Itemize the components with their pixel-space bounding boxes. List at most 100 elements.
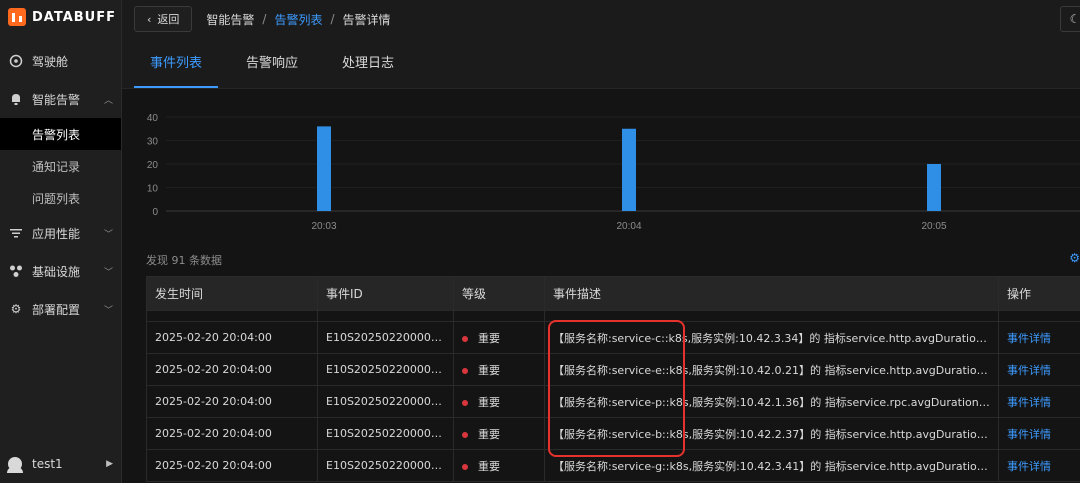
moon-icon: ☾ — [1069, 12, 1080, 26]
sidebar-item-label: 应用性能 — [32, 226, 81, 241]
breadcrumb-separator: / — [262, 12, 267, 26]
cell-time: 2025-02-20 20:04:00 — [146, 353, 318, 386]
severity-dot-icon — [462, 367, 468, 374]
y-tick-label: 40 — [147, 113, 159, 124]
chevron-left-icon: ‹ — [147, 12, 152, 26]
sidebar-item-label: 通知记录 — [32, 159, 81, 174]
chevron-down-icon: ﹀ — [103, 305, 113, 316]
back-button[interactable]: ‹ 返回 — [134, 6, 193, 32]
sidebar-item-infra[interactable]: 基础设施 ﹀ — [0, 252, 121, 290]
sidebar-item-apm[interactable]: 应用性能 ﹀ — [0, 214, 121, 252]
event-chart: 0 10 20 30 40 20:03 20:04 20:05 — [134, 103, 1080, 243]
breadcrumb-item[interactable]: 告警列表 — [274, 11, 322, 28]
cell-description: 【服务名称:service-e::k8s,服务实例:10.42.0.21】的 指… — [544, 353, 999, 386]
back-label: 返回 — [157, 13, 180, 26]
column-header[interactable]: 发生时间 — [146, 276, 318, 311]
tab-bar: 事件列表 告警响应 处理日志 — [122, 38, 1080, 89]
y-tick-label: 10 — [147, 184, 159, 195]
sidebar-item-notifications[interactable]: 通知记录 — [0, 150, 121, 182]
cell-action: 事件详情 — [998, 321, 1080, 354]
cell-description: 【服务名称:service-p::k8s,服务实例:10.42.1.36】的 指… — [544, 385, 999, 418]
tab-handling-log[interactable]: 处理日志 — [326, 52, 410, 88]
event-detail-link[interactable]: 事件详情 — [1007, 332, 1051, 345]
sidebar-item-label: 智能告警 — [32, 92, 81, 107]
y-tick-label: 20 — [147, 160, 159, 171]
table-row-partial — [146, 310, 1080, 322]
cell-level: 重要 — [453, 417, 545, 450]
severity-dot-icon — [462, 335, 468, 342]
event-table: 发生时间 事件ID 等级 事件描述 操作 2025-02-20 20:04:00… — [146, 276, 1080, 482]
table-row[interactable]: 2025-02-20 20:04:00 E10S2025022000000583… — [146, 417, 1080, 450]
event-detail-link[interactable]: 事件详情 — [1007, 460, 1051, 473]
user-menu[interactable]: test1 ▶ — [7, 452, 113, 476]
username: test1 — [32, 457, 63, 471]
brand-logo[interactable]: DATABUFF — [8, 8, 116, 26]
bar[interactable] — [622, 128, 636, 211]
result-count: 发现 91 条数据 — [146, 254, 222, 267]
sidebar-item-deploy[interactable]: ⚙ 部署配置 ﹀ — [0, 290, 121, 328]
cell-description: 【服务名称:service-b::k8s,服务实例:10.42.2.37】的 指… — [544, 417, 999, 450]
chevron-up-icon: ︿ — [103, 95, 113, 106]
sidebar-item-cockpit[interactable]: 驾驶舱 — [0, 42, 121, 80]
theme-toggle-button[interactable]: ☾ — [1060, 6, 1080, 32]
y-tick-label: 0 — [152, 207, 158, 218]
sidebar-nav: 驾驶舱 智能告警 ︿ 告警列表 通知记录 问题列表 应用性能 ﹀ 基础设施 ﹀ … — [0, 42, 121, 328]
table-row[interactable]: 2025-02-20 20:04:00 E10S2025022000000580… — [146, 321, 1080, 354]
breadcrumb-separator: / — [330, 12, 335, 26]
cell-time: 2025-02-20 20:04:00 — [146, 417, 318, 450]
x-tick-label: 20:04 — [616, 221, 641, 232]
column-settings-icon[interactable]: ⚙ — [1069, 251, 1080, 265]
cell-time: 2025-02-20 20:04:00 — [146, 385, 318, 418]
event-detail-link[interactable]: 事件详情 — [1007, 428, 1051, 441]
cell-time: 2025-02-20 20:04:00 — [146, 449, 318, 482]
cell-event-id: E10S2025022000000583 — [317, 417, 454, 450]
table-row[interactable]: 2025-02-20 20:04:00 E10S2025022000000581… — [146, 449, 1080, 482]
column-header[interactable]: 等级 — [453, 276, 545, 311]
sidebar-item-label: 告警列表 — [32, 127, 81, 142]
event-bar-chart: 0 10 20 30 40 20:03 20:04 20:05 — [147, 113, 1080, 232]
nodes-icon — [8, 263, 24, 279]
cell-event-id: E10S2025022000000580 — [317, 321, 454, 354]
cell-level: 重要 — [453, 321, 545, 354]
chevron-down-icon: ﹀ — [103, 229, 113, 240]
column-header[interactable]: 事件描述 — [544, 276, 999, 311]
breadcrumb-current: 告警详情 — [342, 12, 391, 27]
table-row[interactable]: 2025-02-20 20:04:00 E10S2025022000000584… — [146, 353, 1080, 386]
column-header[interactable]: 操作 — [998, 276, 1080, 311]
chevron-down-icon: ﹀ — [103, 267, 113, 278]
cell-event-id: E10S2025022000000563 — [317, 385, 454, 418]
sidebar-item-label: 驾驶舱 — [32, 54, 69, 69]
y-tick-label: 30 — [147, 137, 159, 148]
sidebar-item-problems[interactable]: 问题列表 — [0, 182, 121, 214]
brand-name: DATABUFF — [32, 9, 116, 25]
cell-level: 重要 — [453, 385, 545, 418]
cell-action: 事件详情 — [998, 449, 1080, 482]
severity-dot-icon — [462, 399, 468, 406]
cockpit-icon — [8, 53, 24, 69]
event-detail-link[interactable]: 事件详情 — [1007, 364, 1051, 377]
level-label: 重要 — [478, 459, 500, 473]
sidebar-item-label: 问题列表 — [32, 191, 81, 206]
severity-dot-icon — [462, 431, 468, 438]
sidebar-item-alert-list[interactable]: 告警列表 — [0, 118, 121, 150]
sidebar-item-label: 基础设施 — [32, 264, 81, 279]
sidebar-item-label: 部署配置 — [32, 302, 81, 317]
cell-level: 重要 — [453, 353, 545, 386]
breadcrumb-item[interactable]: 智能告警 — [206, 11, 254, 28]
cell-action: 事件详情 — [998, 385, 1080, 418]
main-content: 0 10 20 30 40 20:03 20:04 20:05 发现 91 条数据 ⚙ 发生时… — [122, 89, 1080, 483]
column-header[interactable]: 事件ID — [317, 276, 454, 311]
tab-event-list[interactable]: 事件列表 — [134, 52, 219, 88]
x-tick-label: 20:03 — [311, 221, 336, 232]
breadcrumb: 智能告警 / 告警列表 / 告警详情 — [206, 11, 390, 28]
cell-time: 2025-02-20 20:04:00 — [146, 321, 318, 354]
x-tick-label: 20:05 — [921, 221, 946, 232]
bar[interactable] — [317, 126, 331, 211]
table-row[interactable]: 2025-02-20 20:04:00 E10S2025022000000563… — [146, 385, 1080, 418]
event-detail-link[interactable]: 事件详情 — [1007, 396, 1051, 409]
bar[interactable] — [927, 164, 941, 211]
tab-alert-response[interactable]: 告警响应 — [230, 52, 314, 88]
sidebar-item-alerts[interactable]: 智能告警 ︿ — [0, 80, 121, 118]
level-label: 重要 — [478, 395, 500, 409]
level-label: 重要 — [478, 363, 500, 377]
